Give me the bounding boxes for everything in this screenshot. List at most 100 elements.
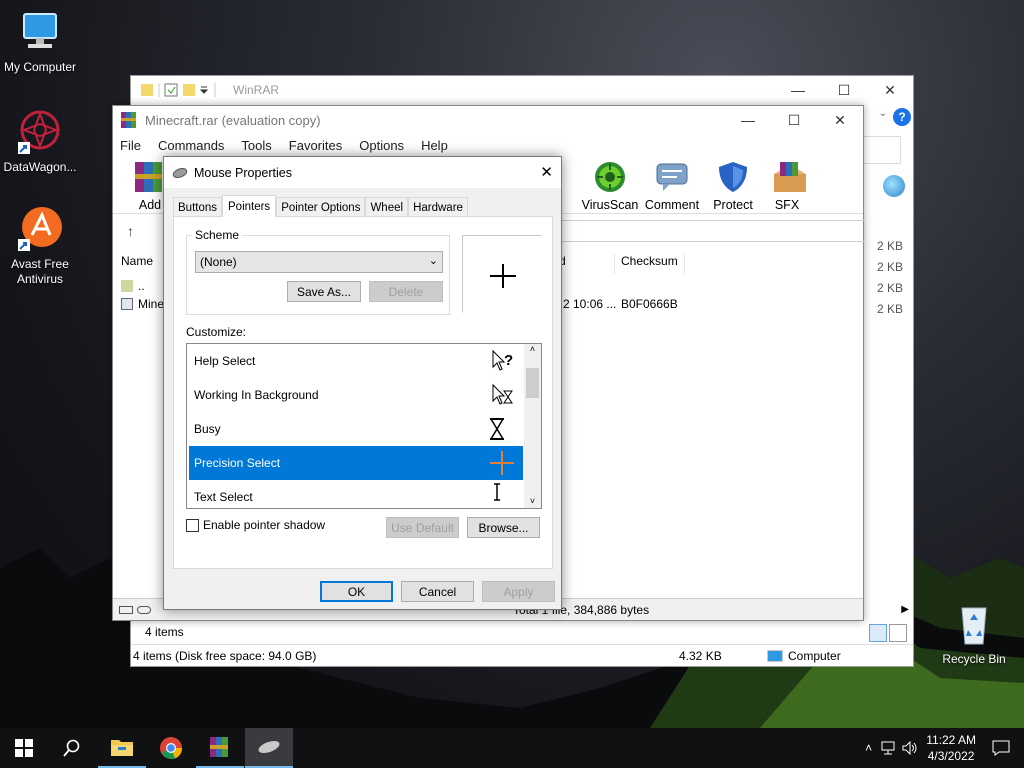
list-item-busy[interactable]: Busy bbox=[189, 412, 523, 446]
column-header-checksum[interactable]: Checksum bbox=[621, 254, 685, 274]
taskbar-mouse-properties[interactable] bbox=[245, 728, 293, 768]
apply-button[interactable]: Apply bbox=[482, 581, 555, 602]
list-item-text-select[interactable]: Text Select bbox=[189, 480, 523, 508]
scroll-right-icon[interactable]: ▶ bbox=[901, 604, 909, 615]
pointer-shadow-checkbox[interactable] bbox=[186, 519, 199, 532]
close-button[interactable]: ✕ bbox=[867, 76, 913, 104]
menu-help[interactable]: Help bbox=[421, 138, 448, 153]
view-tiles-icon[interactable] bbox=[889, 624, 907, 642]
up-folder-button[interactable]: ↑ bbox=[127, 223, 134, 239]
scheme-value: (None) bbox=[200, 255, 237, 269]
view-details-icon[interactable] bbox=[869, 624, 887, 642]
start-button[interactable] bbox=[0, 728, 48, 768]
minimize-button[interactable]: — bbox=[725, 106, 771, 134]
size-cell: 2 KB bbox=[876, 302, 903, 316]
desktop-icon-recycle-bin[interactable]: Recycle Bin bbox=[934, 600, 1014, 667]
tab-pointers[interactable]: Pointers bbox=[222, 195, 277, 217]
help-icon[interactable]: ? bbox=[893, 108, 911, 126]
sfx-button[interactable]: SFX bbox=[765, 160, 809, 212]
notifications-icon[interactable] bbox=[992, 740, 1010, 756]
comment-button[interactable]: Comment bbox=[643, 160, 701, 212]
tab-hardware[interactable]: Hardware bbox=[408, 197, 468, 217]
mouse-properties-dialog: Mouse Properties ✕ Buttons Pointers Poin… bbox=[163, 156, 562, 610]
status-items: 4 items (Disk free space: 94.0 GB) bbox=[133, 648, 317, 663]
winrar-app-icon bbox=[121, 112, 136, 128]
scheme-select[interactable]: (None) ⌄ bbox=[195, 251, 443, 273]
column-header-name[interactable]: Name bbox=[121, 254, 153, 268]
address-bar[interactable] bbox=[561, 220, 865, 242]
menu-favorites[interactable]: Favorites bbox=[289, 138, 342, 153]
virusscan-button[interactable]: VirusScan bbox=[581, 160, 639, 212]
expand-ribbon-icon[interactable]: ⌄ bbox=[879, 108, 887, 119]
column-header-modified[interactable]: d bbox=[559, 254, 615, 274]
desktop-icon-label: Avast Free Antivirus bbox=[11, 257, 69, 286]
scroll-up-icon[interactable]: ˄ bbox=[524, 344, 541, 358]
add-archive-icon bbox=[133, 160, 167, 194]
scheme-label: Scheme bbox=[192, 228, 243, 242]
save-as-button[interactable]: Save As... bbox=[287, 281, 361, 302]
status-size: 4.32 KB bbox=[679, 648, 722, 663]
list-scrollbar[interactable]: ˄ ˅ bbox=[524, 344, 541, 508]
taskbar-winrar[interactable] bbox=[196, 728, 244, 768]
globe-icon[interactable] bbox=[883, 175, 905, 197]
taskbar-file-explorer[interactable] bbox=[98, 728, 146, 768]
status-location: Computer bbox=[788, 648, 841, 663]
minimize-button[interactable]: — bbox=[775, 76, 821, 104]
working-background-cursor-icon bbox=[492, 383, 513, 405]
dialog-close-button[interactable]: ✕ bbox=[540, 163, 553, 181]
scroll-thumb[interactable] bbox=[526, 368, 539, 398]
ok-button[interactable]: OK bbox=[320, 581, 393, 602]
close-button[interactable]: ✕ bbox=[817, 106, 863, 134]
tab-buttons[interactable]: Buttons bbox=[173, 197, 222, 217]
menu-commands[interactable]: Commands bbox=[158, 138, 224, 153]
pointer-list[interactable]: Help Select ? Working In Background Busy… bbox=[186, 343, 542, 509]
size-cell: 2 KB bbox=[876, 239, 903, 253]
volume-icon[interactable] bbox=[902, 741, 918, 755]
list-item-label: Text Select bbox=[194, 490, 253, 504]
network-icon[interactable] bbox=[880, 741, 896, 755]
desktop-icon-my-computer[interactable]: My Computer bbox=[0, 8, 80, 75]
list-item-precision-select[interactable]: Precision Select bbox=[189, 446, 523, 480]
delete-button[interactable]: Delete bbox=[369, 281, 443, 302]
mouse-icon bbox=[172, 167, 188, 178]
cancel-button[interactable]: Cancel bbox=[401, 581, 474, 602]
quick-access-toolbar-icon[interactable] bbox=[139, 81, 229, 99]
size-cell: 2 KB bbox=[876, 281, 903, 295]
protect-label: Protect bbox=[713, 198, 753, 212]
sfx-archive-icon bbox=[770, 160, 806, 194]
computer-small-icon bbox=[767, 649, 783, 662]
desktop-icon-datawagon[interactable]: DataWagon... bbox=[0, 108, 80, 175]
protect-button[interactable]: Protect bbox=[705, 160, 761, 212]
taskbar-chrome[interactable] bbox=[147, 728, 195, 768]
menu-tools[interactable]: Tools bbox=[241, 138, 271, 153]
explorer-title: WinRAR bbox=[233, 83, 280, 97]
drive-icon bbox=[119, 605, 133, 614]
virusscan-label: VirusScan bbox=[581, 198, 639, 212]
maximize-button[interactable]: ☐ bbox=[821, 76, 867, 104]
pointer-shadow-label[interactable]: Enable pointer shadow bbox=[203, 518, 325, 532]
customize-label: Customize: bbox=[186, 325, 247, 339]
desktop-icon-avast[interactable]: Avast Free Antivirus bbox=[0, 205, 80, 287]
add-button[interactable]: Add bbox=[133, 160, 167, 212]
tab-wheel[interactable]: Wheel bbox=[365, 197, 409, 217]
maximize-button[interactable]: ☐ bbox=[771, 106, 817, 134]
winrar-icon bbox=[210, 737, 228, 757]
list-item-label: Precision Select bbox=[194, 456, 281, 470]
tray-overflow-icon[interactable]: ˄ bbox=[865, 741, 872, 755]
clock[interactable]: 11:22 AM 4/3/2022 bbox=[926, 732, 976, 764]
menu-options[interactable]: Options bbox=[359, 138, 404, 153]
use-default-button[interactable]: Use Default bbox=[386, 517, 459, 538]
search-button[interactable] bbox=[48, 728, 96, 768]
browse-button[interactable]: Browse... bbox=[467, 517, 540, 538]
list-item-working-in-background[interactable]: Working In Background bbox=[189, 378, 523, 412]
file-modified: 2 10:06 ... bbox=[563, 297, 617, 311]
help-select-cursor-icon: ? bbox=[492, 349, 513, 371]
sfx-label: SFX bbox=[774, 198, 800, 212]
list-item-help-select[interactable]: Help Select ? bbox=[189, 344, 523, 378]
recycle-bin-icon bbox=[950, 600, 998, 648]
scroll-down-icon[interactable]: ˅ bbox=[524, 496, 541, 506]
explorer-search-box[interactable] bbox=[861, 136, 901, 164]
system-tray: ˄ 11:22 AM 4/3/2022 bbox=[865, 728, 1024, 768]
tab-pointer-options[interactable]: Pointer Options bbox=[276, 197, 366, 217]
menu-file[interactable]: File bbox=[120, 138, 141, 153]
